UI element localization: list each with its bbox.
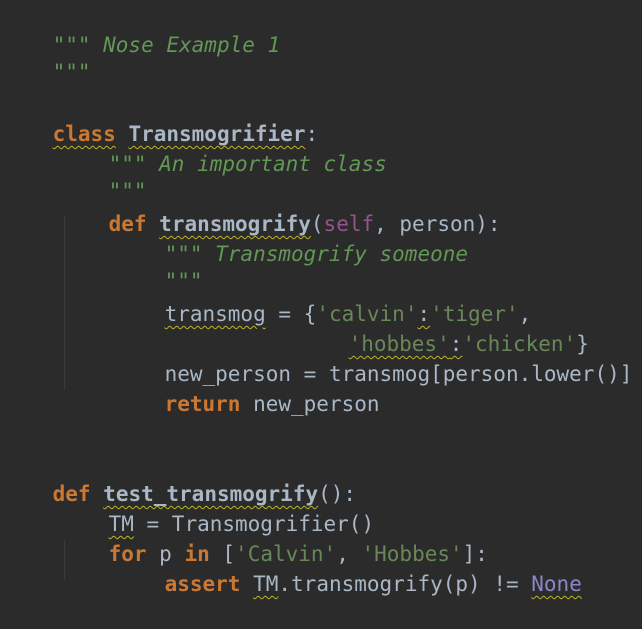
code-line-transmog[interactable]: transmog = {'calvin':'tiger',: [114, 269, 532, 326]
code-line-transmog-cont[interactable]: 'hobbes':'chicken'}: [298, 299, 589, 356]
code-line-assert[interactable]: assert TM.transmogrify(p) != None: [114, 539, 582, 596]
code-editor[interactable]: """ Nose Example 1 """ class Transmogrif…: [0, 0, 642, 596]
variable-transmog: transmog: [164, 302, 266, 326]
code-line-class[interactable]: class Transmogrifier:: [2, 89, 319, 146]
code-line-tm[interactable]: TM = Transmogrifier(): [58, 479, 375, 536]
none-literal: None: [531, 572, 582, 596]
code-line-return[interactable]: return new_person: [114, 359, 380, 416]
variable-tm: TM: [253, 572, 279, 596]
code-line-func-doc-end[interactable]: """: [114, 236, 203, 293]
code-line-1[interactable]: """ Nose Example 1: [2, 0, 281, 57]
code-line-for[interactable]: for p in ['Calvin', 'Hobbes']:: [58, 509, 488, 566]
docstring: """: [52, 60, 91, 84]
code-line-def-transmogrify[interactable]: def transmogrify(self, person):: [58, 179, 501, 236]
keyword-return: return: [164, 392, 241, 416]
code-line-func-doc[interactable]: """ Transmogrify someone: [114, 209, 468, 266]
code-line-new-person[interactable]: new_person = transmog[person.lower()]: [114, 329, 633, 386]
docstring: """ Transmogrify someone: [164, 242, 469, 266]
code-line-2[interactable]: """: [2, 27, 91, 84]
docstring: """ An important class: [108, 152, 387, 176]
code-line-class-doc-end[interactable]: """: [58, 146, 147, 203]
code-line-def-test[interactable]: def test_transmogrify():: [2, 449, 356, 506]
code-line-class-doc[interactable]: """ An important class: [58, 119, 387, 176]
keyword-assert: assert: [164, 572, 241, 596]
